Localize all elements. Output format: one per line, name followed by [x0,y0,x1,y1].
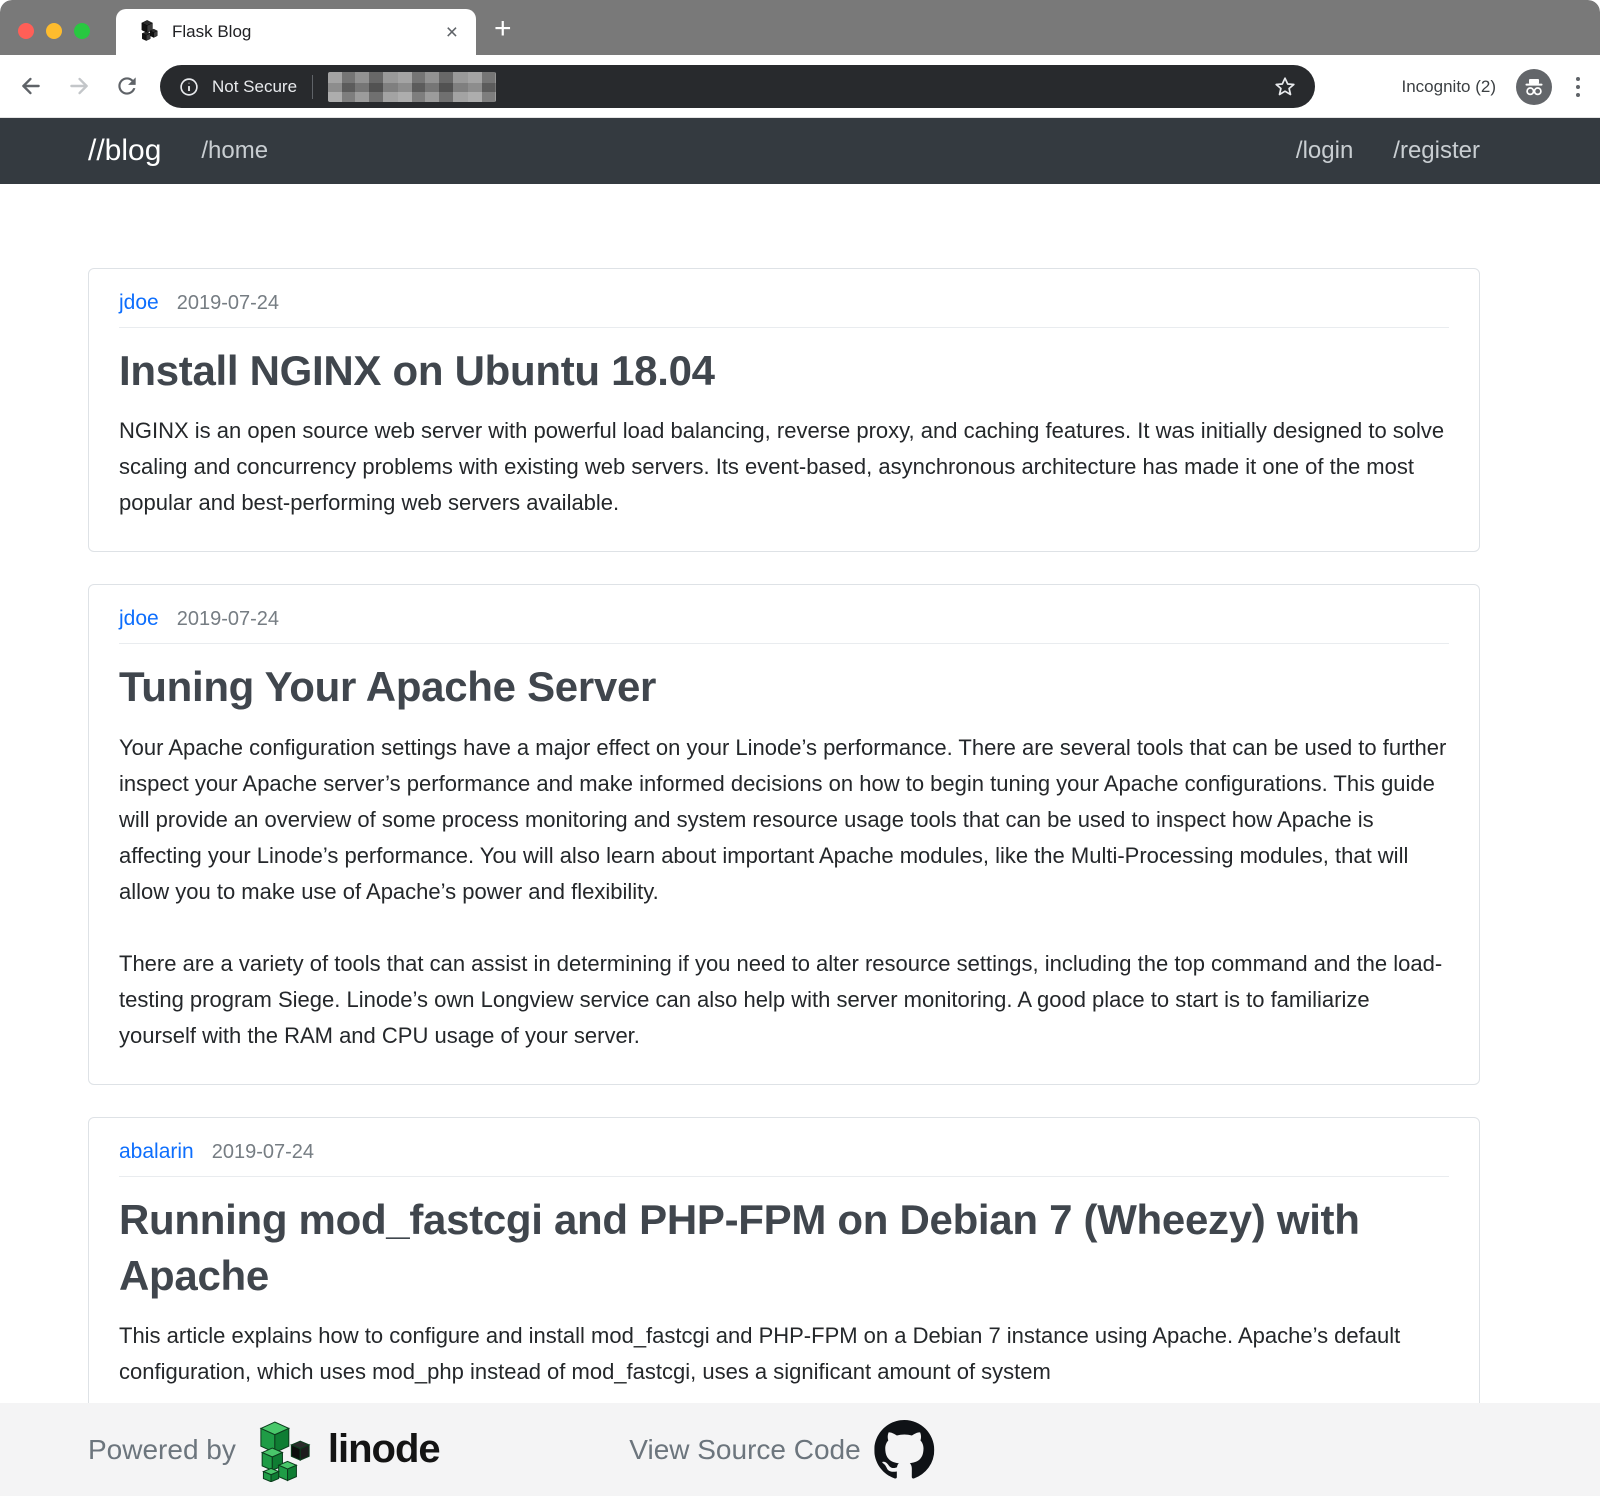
post-body: This article explains how to configure a… [119,1318,1449,1390]
post-date: 2019-07-24 [177,292,279,315]
bookmark-star-icon[interactable] [1273,75,1297,99]
linode-wordmark: linode [328,1427,440,1472]
back-icon[interactable] [16,71,46,101]
post-paragraph: Your Apache configuration settings have … [119,730,1449,910]
address-bar[interactable]: Not Secure [160,65,1315,108]
brand-link[interactable]: //blog [88,134,161,168]
minimize-window-button[interactable] [46,23,62,39]
incognito-icon [1516,69,1552,105]
post-card: abalarin 2019-07-24 Running mod_fastcgi … [88,1117,1480,1422]
post-date: 2019-07-24 [177,608,279,631]
meta-divider [119,643,1449,644]
browser-menu-icon[interactable] [1572,73,1584,101]
post-meta: jdoe 2019-07-24 [119,607,1449,631]
meta-divider [119,327,1449,328]
tab-title: Flask Blog [172,22,251,42]
post-author-link[interactable]: jdoe [119,607,159,631]
nav-link-register[interactable]: /register [1393,137,1480,165]
post-date: 2019-07-24 [212,1141,314,1164]
post-meta: abalarin 2019-07-24 [119,1140,1449,1164]
close-window-button[interactable] [18,23,34,39]
post-card: jdoe 2019-07-24 Tuning Your Apache Serve… [88,584,1480,1084]
powered-by-group[interactable]: Powered by [88,1403,440,1496]
linode-logo-icon [252,1418,318,1482]
post-list: jdoe 2019-07-24 Install NGINX on Ubuntu … [88,268,1480,1421]
browser-tab[interactable]: Flask Blog × [116,9,476,55]
close-tab-icon[interactable]: × [446,22,458,43]
post-paragraph: NGINX is an open source web server with … [119,413,1449,521]
new-tab-button[interactable]: + [494,14,512,44]
meta-divider [119,1176,1449,1177]
post-card: jdoe 2019-07-24 Install NGINX on Ubuntu … [88,268,1480,552]
maximize-window-button[interactable] [74,23,90,39]
browser-window: Flask Blog × + Not Secure Incognito [0,0,1600,1496]
security-status-label: Not Secure [212,77,297,97]
window-controls[interactable] [18,23,90,39]
nav-link-home[interactable]: /home [201,137,268,165]
reload-icon[interactable] [112,71,142,101]
post-body: NGINX is an open source web server with … [119,413,1449,521]
post-title: Tuning Your Apache Server [119,659,1449,715]
toolbar-right-cluster: Incognito (2) [1402,55,1585,118]
nav-link-login[interactable]: /login [1296,137,1353,165]
post-title: Running mod_fastcgi and PHP-FPM on Debia… [119,1192,1449,1305]
post-author-link[interactable]: jdoe [119,291,159,315]
forward-icon[interactable] [64,71,94,101]
redacted-url [328,72,496,102]
post-author-link[interactable]: abalarin [119,1140,194,1164]
post-paragraph: There are a variety of tools that can as… [119,946,1449,1054]
powered-by-label: Powered by [88,1434,236,1466]
browser-toolbar: Not Secure Incognito (2) [0,55,1600,118]
site-navbar: //blog /home /login /register [0,118,1600,184]
view-source-label: View Source Code [629,1434,860,1466]
post-title: Install NGINX on Ubuntu 18.04 [119,343,1449,399]
github-octocat-icon[interactable] [875,1420,935,1480]
omnibox-divider [312,75,313,99]
tab-strip: Flask Blog × + [0,0,1600,55]
post-paragraph: This article explains how to configure a… [119,1318,1449,1390]
info-icon[interactable] [178,76,200,98]
page-content: jdoe 2019-07-24 Install NGINX on Ubuntu … [0,184,1600,1421]
favicon-linode-cubes-icon [138,19,158,46]
post-meta: jdoe 2019-07-24 [119,291,1449,315]
incognito-count-label: Incognito (2) [1402,77,1497,97]
view-source-group[interactable]: View Source Code [629,1403,934,1496]
page-footer: Powered by [0,1403,1600,1496]
post-body: Your Apache configuration settings have … [119,730,1449,1054]
